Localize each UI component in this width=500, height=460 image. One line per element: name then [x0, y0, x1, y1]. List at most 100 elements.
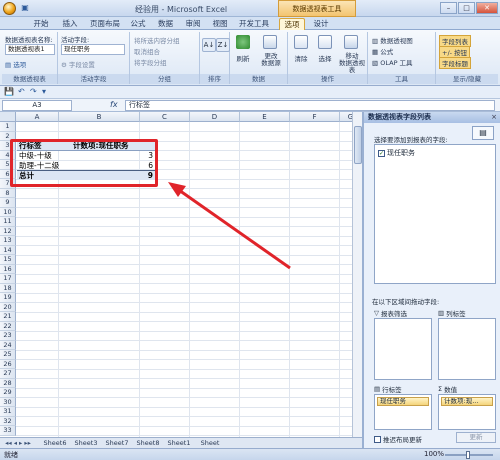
minimize-icon[interactable]: –	[440, 2, 457, 14]
column-header[interactable]: E	[240, 112, 290, 122]
tab-3[interactable]: 公式	[126, 18, 150, 30]
tab-4[interactable]: 数据	[153, 18, 178, 30]
sheet-tab[interactable]: Sheet6	[40, 438, 70, 448]
window-controls: – □ ✕	[440, 2, 498, 14]
save-icon[interactable]: ▣	[20, 3, 30, 13]
row-field-chip[interactable]: 现任职务	[377, 397, 429, 406]
group-field-button[interactable]: 将字段分组	[134, 57, 167, 67]
checkbox-unchecked-icon[interactable]	[374, 435, 381, 443]
tab-1[interactable]: 插入	[57, 18, 83, 30]
pivot-name-input[interactable]: 数据透视表1	[5, 44, 55, 55]
column-header[interactable]: F	[290, 112, 340, 122]
row-header[interactable]: 31	[0, 407, 16, 417]
row-header[interactable]: 9	[0, 198, 16, 208]
fx-icon[interactable]: fx	[110, 100, 118, 109]
panel-layout-button[interactable]: ▤	[472, 126, 494, 140]
ungroup-button[interactable]: 取消组合	[134, 46, 160, 56]
defer-layout-row[interactable]: 推迟布局更新	[374, 434, 422, 444]
row-header[interactable]: 33	[0, 426, 16, 436]
undo-icon[interactable]: ↶	[18, 87, 25, 96]
row-header[interactable]: 29	[0, 388, 16, 398]
sheet-tab[interactable]: Sheet1	[164, 438, 194, 448]
row-header[interactable]: 24	[0, 340, 16, 350]
values-zone[interactable]: 计数项:现...	[438, 394, 496, 430]
customize-qat-icon[interactable]: ▾	[42, 87, 46, 96]
sheet-tab[interactable]: Sheet8	[133, 438, 163, 448]
row-header[interactable]: 32	[0, 416, 16, 426]
save-icon[interactable]: 💾	[4, 87, 14, 96]
sheet-nav-arrows[interactable]: ◂◂ ◂ ▸ ▸▸	[3, 438, 33, 448]
field-settings-button[interactable]: ⚙ 字段设置	[61, 59, 95, 69]
row-header[interactable]: 22	[0, 321, 16, 331]
row-header[interactable]: 1	[0, 122, 16, 132]
row-header[interactable]: 19	[0, 293, 16, 303]
row-header[interactable]: 27	[0, 369, 16, 379]
change-source-icon[interactable]	[263, 35, 277, 49]
row-header[interactable]: 26	[0, 359, 16, 369]
tab-7[interactable]: 开发工具	[235, 18, 273, 30]
row-header[interactable]: 18	[0, 283, 16, 293]
olap-button[interactable]: ▧ OLAP 工具	[372, 57, 413, 67]
row-header[interactable]: 13	[0, 236, 16, 246]
zoom-slider-thumb[interactable]	[466, 451, 470, 459]
redo-icon[interactable]: ↷	[30, 87, 37, 96]
row-header[interactable]: 10	[0, 207, 16, 217]
value-field-chip[interactable]: 计数项:现...	[441, 397, 493, 406]
formula-input[interactable]: 行标签	[125, 100, 495, 111]
checkbox-checked-icon[interactable]: ✓	[378, 149, 385, 157]
column-header[interactable]: A	[16, 112, 59, 122]
clear-icon[interactable]	[294, 35, 308, 49]
column-header[interactable]: B	[59, 112, 140, 122]
tab-0[interactable]: 开始	[28, 18, 54, 30]
scrollbar-thumb[interactable]	[354, 126, 362, 164]
field-item[interactable]: ✓ 现任职务	[378, 148, 415, 158]
active-field-input[interactable]: 现任职务	[61, 44, 125, 55]
row-labels-zone[interactable]: 现任职务	[374, 394, 432, 430]
row-header[interactable]: 23	[0, 331, 16, 341]
gridline	[16, 245, 362, 246]
field-headers-toggle[interactable]: 字段标题	[439, 57, 471, 69]
update-button[interactable]: 更新	[456, 432, 496, 443]
sort-az-icon[interactable]: A↓	[202, 38, 216, 52]
report-filter-zone[interactable]	[374, 318, 432, 380]
select-icon[interactable]	[318, 35, 332, 49]
row-header[interactable]: 30	[0, 397, 16, 407]
pivot-options-button[interactable]: ▤ 选项	[5, 59, 26, 69]
row-header[interactable]: 28	[0, 378, 16, 388]
maximize-icon[interactable]: □	[458, 2, 475, 14]
move-pivot-icon[interactable]	[344, 35, 358, 49]
row-header[interactable]: 8	[0, 188, 16, 198]
row-header[interactable]: 17	[0, 274, 16, 284]
vertical-scrollbar[interactable]	[352, 112, 362, 437]
close-icon[interactable]: ×	[491, 113, 497, 121]
column-labels-zone[interactable]	[438, 318, 496, 380]
column-header[interactable]: D	[190, 112, 240, 122]
row-header[interactable]: 20	[0, 302, 16, 312]
refresh-icon[interactable]	[236, 35, 250, 49]
row-header[interactable]: 11	[0, 217, 16, 227]
tab-6[interactable]: 视图	[208, 18, 232, 30]
sheet-tab[interactable]: Sheet	[195, 438, 225, 448]
tab-8[interactable]: 选项	[279, 18, 305, 30]
close-icon[interactable]: ✕	[476, 2, 498, 14]
tab-9[interactable]: 设计	[309, 18, 333, 30]
column-header[interactable]: C	[140, 112, 190, 122]
office-button[interactable]	[3, 2, 16, 15]
select-all-corner[interactable]	[0, 112, 16, 122]
zoom-level[interactable]: 100%	[424, 450, 444, 458]
formula-button[interactable]: ▦ 公式	[372, 46, 393, 56]
pivot-chart-button[interactable]: ▥ 数据透视图	[372, 35, 413, 45]
sort-za-icon[interactable]: Z↓	[216, 38, 230, 52]
tab-5[interactable]: 审阅	[181, 18, 205, 30]
row-header[interactable]: 21	[0, 312, 16, 322]
name-box[interactable]: A3	[2, 100, 72, 111]
row-header[interactable]: 16	[0, 264, 16, 274]
row-header[interactable]: 12	[0, 226, 16, 236]
sheet-tab[interactable]: Sheet7	[102, 438, 132, 448]
row-header[interactable]: 14	[0, 245, 16, 255]
tab-2[interactable]: 页面布局	[87, 18, 123, 30]
row-header[interactable]: 15	[0, 255, 16, 265]
sheet-tab[interactable]: Sheet3	[71, 438, 101, 448]
row-header[interactable]: 25	[0, 350, 16, 360]
group-selection-button[interactable]: 将所选内容分组	[134, 35, 180, 45]
